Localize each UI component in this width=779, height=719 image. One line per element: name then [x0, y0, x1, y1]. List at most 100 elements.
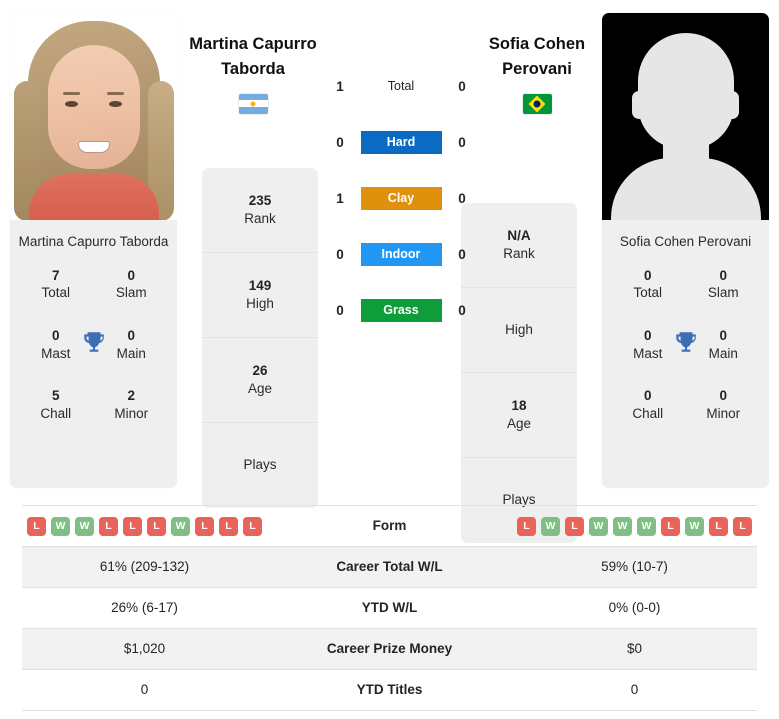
surface-score-right: 0 — [458, 246, 466, 262]
surface-score-left: 0 — [336, 246, 344, 262]
stat-rank-left: 235 Rank — [202, 168, 318, 253]
stat-value: N/A — [507, 228, 531, 244]
stat-value: 26 — [252, 363, 268, 379]
title-cell: 7 Total — [18, 268, 94, 302]
form-badge-win: W — [541, 516, 560, 536]
title-label: Minor — [114, 406, 149, 422]
table-row-form: LWWLLLWLLL Form LWLWWWLWLL — [22, 506, 757, 547]
stat-plays-left: Plays — [202, 423, 318, 508]
comparison-stats-table: LWWLLLWLLL Form LWLWWWLWLL 61% (209-132)… — [22, 505, 757, 711]
stat-label: Rank — [244, 210, 276, 226]
table-row-career-total-wl: 61% (209-132) Career Total W/L 59% (10-7… — [22, 547, 757, 588]
form-badge-loss: L — [709, 516, 728, 536]
player-comparison-page: Martina Capurro Taborda 7 Total 0 Slam 0… — [0, 0, 779, 719]
stat-age-right: 18 Age — [461, 373, 577, 458]
value-right: 59% (10-7) — [601, 558, 668, 574]
stat-value: 235 — [248, 193, 272, 209]
form-badge-loss: L — [99, 516, 118, 536]
title-label: Total — [633, 285, 663, 301]
player-name-line1: Martina Capurro — [189, 35, 317, 53]
stat-high-left: 149 High — [202, 253, 318, 338]
table-row-ytd-wl: 26% (6-17) YTD W/L 0% (0-0) — [22, 588, 757, 629]
title-value: 2 — [127, 388, 135, 404]
stat-label: Age — [247, 380, 273, 396]
surface-score-left: 0 — [336, 134, 344, 150]
title-cell: 0 Minor — [686, 388, 762, 422]
surface-row-total: 1 Total 0 — [334, 58, 468, 114]
player-portrait-illustration — [10, 13, 177, 220]
player-name-line2: Taborda — [221, 59, 285, 78]
title-value: 0 — [643, 388, 652, 404]
form-badge-win: W — [685, 516, 704, 536]
table-row-label: YTD W/L — [361, 599, 418, 615]
form-badge-win: W — [171, 516, 190, 536]
player-photo-left — [10, 13, 177, 220]
surface-score-right: 0 — [458, 190, 466, 206]
player-card-name-right: Sofia Cohen Perovani — [619, 234, 752, 249]
player-card-left: Martina Capurro Taborda 7 Total 0 Slam 0… — [10, 13, 177, 488]
stat-high-right: High — [461, 288, 577, 373]
form-badge-loss: L — [661, 516, 680, 536]
surface-label: Total — [387, 79, 415, 93]
title-label: Slam — [115, 285, 147, 301]
surface-label[interactable]: Clay — [360, 186, 442, 210]
value-right: 0% (0-0) — [608, 599, 661, 615]
player-name-line1: Sofia Cohen — [488, 35, 586, 53]
stat-label: Rank — [503, 245, 535, 261]
player-name-left: Martina Capurro Taborda — [168, 32, 338, 82]
title-cell: 0 Slam — [94, 268, 170, 302]
title-cell: 0 Chall — [610, 388, 686, 422]
value-right: $0 — [626, 640, 643, 656]
player-stats-left: 235 Rank 149 High 26 Age Plays — [202, 168, 318, 508]
stat-value: 149 — [248, 278, 272, 294]
title-label: Slam — [707, 285, 739, 301]
player-header-right: Sofia Cohen Perovani — [452, 32, 622, 114]
player-header-left: Martina Capurro Taborda — [168, 32, 338, 114]
surface-label[interactable]: Indoor — [360, 242, 442, 266]
form-badge-loss: L — [565, 516, 584, 536]
stat-label: Age — [506, 415, 532, 431]
form-badge-loss: L — [195, 516, 214, 536]
table-row-label: YTD Titles — [356, 681, 423, 697]
surface-label[interactable]: Grass — [360, 298, 442, 322]
table-row-ytd-titles: 0 YTD Titles 0 — [22, 670, 757, 711]
titles-grid-left: 7 Total 0 Slam 0 Mast 0 Main 5 Chall 2 M… — [10, 262, 177, 423]
player-name-line2: Perovani — [502, 59, 572, 78]
table-row-label: Career Total W/L — [336, 558, 443, 574]
brazil-flag-icon — [522, 93, 552, 114]
title-cell: 0 Slam — [686, 268, 762, 302]
surface-score-right: 0 — [458, 78, 466, 94]
surface-row-indoor: 0 Indoor 0 — [334, 226, 468, 282]
form-badge-win: W — [637, 516, 656, 536]
player-card-name-left: Martina Capurro Taborda — [18, 234, 169, 249]
player-card-right: Sofia Cohen Perovani 0 Total 0 Slam 0 Ma… — [602, 13, 769, 488]
surface-score-left: 1 — [336, 78, 344, 94]
title-value: 7 — [51, 267, 60, 283]
player-name-right: Sofia Cohen Perovani — [452, 32, 622, 82]
argentina-flag-icon — [238, 93, 268, 114]
title-label: Minor — [706, 406, 741, 422]
value-left: 61% (209-132) — [99, 558, 190, 574]
title-cell: 0 Total — [610, 268, 686, 302]
surface-h2h-list: 1 Total 0 0 Hard 0 1 Clay 0 0 Indoor 0 0 — [334, 58, 468, 338]
table-row-label: Form — [372, 517, 407, 533]
value-left: $1,020 — [123, 640, 166, 656]
surface-label[interactable]: Hard — [360, 130, 442, 154]
form-badge-loss: L — [147, 516, 166, 536]
stat-rank-right: N/A Rank — [461, 203, 577, 288]
form-badge-loss: L — [219, 516, 238, 536]
stat-label: High — [246, 295, 274, 311]
form-right: LWLWWWLWLL — [512, 516, 757, 536]
value-left: 26% (6-17) — [111, 599, 178, 615]
stat-label: Plays — [243, 457, 277, 473]
form-badges-right: LWLWWWLWLL — [512, 516, 757, 536]
surface-row-grass: 0 Grass 0 — [334, 282, 468, 338]
title-cell: 2 Minor — [94, 388, 170, 422]
surface-score-left: 1 — [336, 190, 344, 206]
form-badge-loss: L — [123, 516, 142, 536]
surface-score-right: 0 — [458, 302, 466, 318]
title-value: 0 — [127, 267, 135, 283]
form-badge-loss: L — [733, 516, 752, 536]
surface-score-left: 0 — [336, 302, 344, 318]
surface-row-clay: 1 Clay 0 — [334, 170, 468, 226]
